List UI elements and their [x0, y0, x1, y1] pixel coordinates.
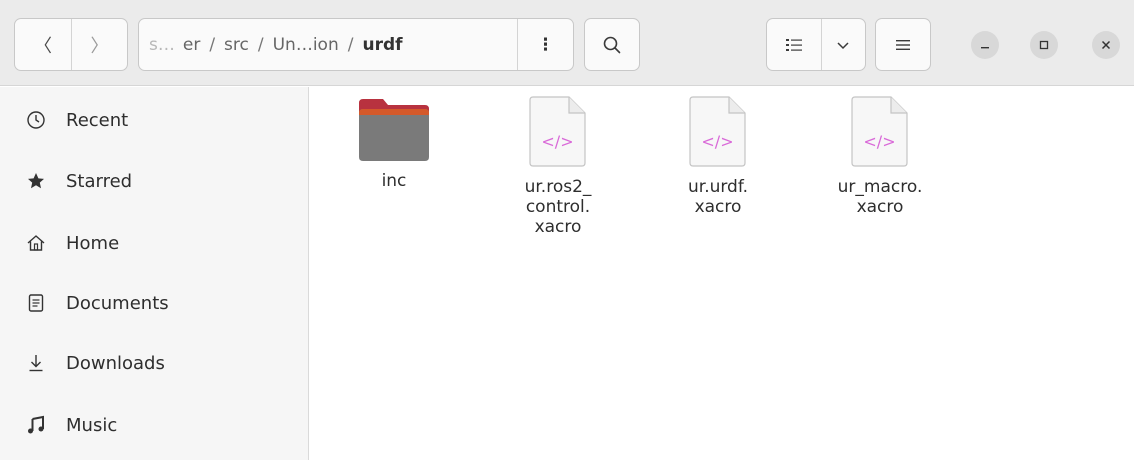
code-file-icon: </> [687, 93, 749, 169]
back-button[interactable]: 〈 [15, 19, 71, 70]
breadcrumb-overflow[interactable]: s… [149, 35, 175, 55]
file-item-code[interactable]: </> ur_macro. xacro [805, 96, 955, 217]
download-icon [26, 353, 46, 373]
minimize-button[interactable] [971, 31, 999, 59]
maximize-icon [1039, 40, 1049, 50]
sidebar-item-downloads[interactable]: Downloads [0, 335, 308, 391]
view-toggle-group [766, 18, 866, 71]
file-name-line: ur.urdf. [687, 177, 748, 197]
header-bar: 〈 〉 s… er / src / Un…ion / urdf ⋮ [0, 0, 1134, 86]
file-grid: inc </> ur.ros2_ control. xacro </> ur.u… [310, 87, 1134, 460]
file-item-code[interactable]: </> ur.urdf. xacro [643, 96, 793, 217]
breadcrumb-current[interactable]: urdf [362, 35, 402, 55]
sidebar-item-label: Recent [66, 109, 129, 131]
file-item-folder[interactable]: inc [319, 97, 469, 191]
code-glyph: </> [701, 132, 733, 151]
main-menu-button[interactable] [875, 18, 931, 71]
sidebar-item-documents[interactable]: Documents [0, 275, 308, 331]
file-name-line: xacro [694, 197, 742, 217]
search-icon [603, 36, 621, 53]
clock-icon [26, 110, 46, 130]
code-glyph: </> [863, 132, 895, 151]
file-name: ur_macro. xacro [805, 177, 955, 217]
path-menu-button[interactable]: ⋮ [517, 19, 573, 70]
sidebar-item-recent[interactable]: Recent [0, 92, 308, 148]
navigation-buttons: 〈 〉 [14, 18, 128, 71]
sidebar: Recent Starred Home Documents Downloads … [0, 87, 309, 460]
path-bar: s… er / src / Un…ion / urdf ⋮ [138, 18, 574, 71]
code-file-icon: </> [527, 93, 589, 169]
breadcrumb: s… er / src / Un…ion / urdf [139, 35, 517, 55]
breadcrumb-item[interactable]: src [224, 35, 249, 55]
vertical-ellipsis-icon: ⋮ [537, 34, 554, 55]
file-name-line: control. [525, 197, 591, 217]
sidebar-item-label: Downloads [66, 352, 165, 374]
chevron-down-icon [837, 41, 849, 49]
breadcrumb-item[interactable]: er [183, 35, 200, 55]
breadcrumb-separator: / [347, 34, 354, 55]
home-icon [26, 233, 46, 253]
file-name: ur.urdf. xacro [643, 177, 793, 217]
file-name: ur.ros2_ control. xacro [483, 177, 633, 237]
document-icon [26, 293, 46, 313]
breadcrumb-separator: / [257, 34, 264, 55]
code-glyph: </> [541, 132, 573, 151]
file-name-line: xacro [534, 217, 582, 237]
folder-icon [357, 97, 431, 163]
music-note-icon [26, 415, 46, 435]
file-name-line: inc [381, 171, 407, 191]
star-icon [26, 171, 46, 191]
sidebar-item-music[interactable]: Music [0, 397, 308, 453]
sidebar-item-starred[interactable]: Starred [0, 153, 308, 209]
sidebar-item-label: Home [66, 232, 120, 254]
close-button[interactable] [1092, 31, 1120, 59]
file-name-line: ur_macro. [837, 177, 923, 197]
list-view-button[interactable] [767, 19, 822, 70]
minimize-icon [981, 47, 989, 49]
chevron-right-icon: 〉 [90, 35, 109, 57]
chevron-left-icon: 〈 [33, 35, 52, 57]
sidebar-item-home[interactable]: Home [0, 215, 308, 271]
file-item-code[interactable]: </> ur.ros2_ control. xacro [483, 96, 633, 237]
view-options-dropdown[interactable] [822, 19, 865, 70]
file-name-line: ur.ros2_ [524, 177, 592, 197]
maximize-button[interactable] [1030, 31, 1058, 59]
code-file-icon: </> [849, 93, 911, 169]
list-view-icon [785, 38, 802, 51]
close-icon [1101, 40, 1111, 50]
sidebar-item-label: Starred [66, 170, 133, 192]
forward-button[interactable]: 〉 [70, 19, 127, 70]
file-name-line: xacro [856, 197, 904, 217]
file-name: inc [319, 171, 469, 191]
search-button[interactable] [584, 18, 640, 71]
sidebar-item-label: Documents [66, 292, 169, 314]
hamburger-menu-icon [896, 39, 910, 50]
sidebar-item-label: Music [66, 414, 118, 436]
breadcrumb-item[interactable]: Un…ion [273, 35, 339, 55]
breadcrumb-separator: / [209, 34, 216, 55]
